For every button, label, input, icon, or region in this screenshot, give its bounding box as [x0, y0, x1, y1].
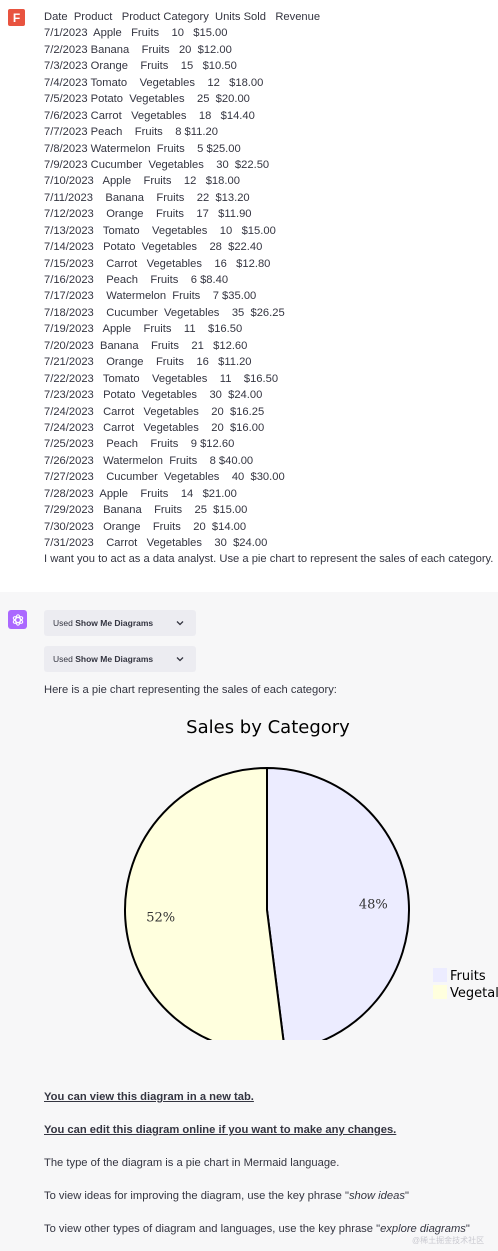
message-line: 7/18/2023 Cucumber Vegetables 35 $26.25 [44, 306, 285, 319]
user-message-text: Date Product Product Category Units Sold… [44, 9, 494, 568]
view-new-tab-link[interactable]: You can view this diagram in a new tab. [44, 1091, 254, 1103]
plugin-used-toggle[interactable]: Used Show Me Diagrams [44, 646, 196, 672]
message-line: 7/28/2023 Apple Fruits 14 $21.00 [44, 487, 237, 500]
diagram-type-text: The type of the diagram is a pie chart i… [44, 1157, 340, 1169]
pie-slice-label: 48% [359, 897, 388, 912]
assistant-intro-text: Here is a pie chart representing the sal… [44, 684, 337, 696]
message-line: 7/3/2023 Orange Fruits 15 $10.50 [44, 60, 237, 73]
plugin-used-toggle[interactable]: Used Show Me Diagrams [44, 610, 196, 636]
message-line: 7/12/2023 Orange Fruits 17 $11.90 [44, 208, 252, 221]
plugin-used-label: Used Show Me Diagrams [53, 618, 154, 628]
chevron-down-icon [176, 657, 184, 662]
chart-title: Sales by Category [186, 717, 350, 738]
message-line: 7/29/2023 Banana Fruits 25 $15.00 [44, 504, 248, 517]
legend-label: Vegetal [450, 986, 498, 1001]
user-avatar-letter: F [12, 10, 21, 25]
user-message: F Date Product Product Category Units So… [0, 0, 498, 592]
pie-slice-vegetal [124, 766, 285, 1040]
message-line: 7/19/2023 Apple Fruits 11 $16.50 [44, 323, 243, 336]
message-line: 7/24/2023 Carrot Vegetables 20 $16.00 [44, 421, 265, 434]
message-line: 7/5/2023 Potato Vegetables 25 $20.00 [44, 93, 250, 106]
message-line: 7/16/2023 Peach Fruits 6 $8.40 [44, 274, 229, 286]
chevron-down-icon [176, 621, 184, 626]
message-line: 7/25/2023 Peach Fruits 9 $12.60 [44, 438, 235, 451]
message-line: 7/15/2023 Carrot Vegetables 16 $12.80 [44, 257, 271, 270]
message-line: 7/2/2023 Banana Fruits 20 $12.00 [44, 43, 232, 56]
message-line: 7/8/2023 Watermelon Fruits 5 $25.00 [44, 142, 241, 155]
message-line: 7/31/2023 Carrot Vegetables 30 $24.00 [44, 537, 268, 549]
message-line: Date Product Product Category Units Sold… [44, 11, 321, 23]
openai-logo-icon [12, 613, 23, 626]
message-line: 7/7/2023 Peach Fruits 8 $11.20 [44, 126, 218, 139]
plugin-used-label: Used Show Me Diagrams [53, 654, 154, 664]
message-line: 7/20/2023 Banana Fruits 21 $12.60 [44, 339, 248, 352]
message-line: 7/6/2023 Carrot Vegetables 18 $14.40 [44, 109, 255, 122]
legend-swatch [433, 985, 447, 999]
message-line: 7/10/2023 Apple Fruits 12 $18.00 [44, 175, 240, 188]
show-ideas-hint: To view ideas for improving the diagram,… [44, 1190, 409, 1202]
assistant-avatar [8, 610, 27, 629]
legend-swatch [433, 968, 447, 982]
message-line: 7/14/2023 Potato Vegetables 28 $22.40 [44, 241, 263, 254]
edit-online-link[interactable]: You can edit this diagram online if you … [44, 1124, 396, 1136]
legend-label: Fruits [450, 969, 486, 984]
message-line: 7/21/2023 Orange Fruits 16 $11.20 [44, 356, 252, 369]
message-line: 7/9/2023 Cucumber Vegetables 30 $22.50 [44, 158, 270, 171]
explore-diagrams-hint: To view other types of diagram and langu… [44, 1223, 470, 1235]
message-line: 7/24/2023 Carrot Vegetables 20 $16.25 [44, 405, 265, 418]
message-line: 7/13/2023 Tomato Vegetables 10 $15.00 [44, 224, 276, 237]
message-line: 7/17/2023 Watermelon Fruits 7 $35.00 [44, 290, 257, 303]
message-line: 7/11/2023 Banana Fruits 22 $13.20 [44, 191, 250, 204]
watermark: @稀土掘金技术社区 [412, 1236, 485, 1245]
message-line: 7/26/2023 Watermelon Fruits 8 $40.00 [44, 454, 254, 467]
user-avatar: F [8, 9, 25, 26]
message-line: 7/22/2023 Tomato Vegetables 11 $16.50 [44, 372, 279, 385]
message-line: 7/23/2023 Potato Vegetables 30 $24.00 [44, 389, 263, 402]
message-line: 7/30/2023 Orange Fruits 20 $14.00 [44, 520, 247, 533]
message-line: 7/27/2023 Cucumber Vegetables 40 $30.00 [44, 471, 285, 484]
pie-chart: Sales by Category 48% 52% Fruits Vegetal [124, 717, 498, 1040]
assistant-message: Used Show Me Diagrams Used Show Me Diagr… [0, 592, 498, 1251]
message-line: 7/4/2023 Tomato Vegetables 12 $18.00 [44, 76, 264, 89]
user-prompt-text: I want you to act as a data analyst. Use… [44, 553, 494, 566]
pie-slice-label: 52% [146, 911, 175, 926]
message-line: 7/1/2023 Apple Fruits 10 $15.00 [44, 27, 228, 40]
